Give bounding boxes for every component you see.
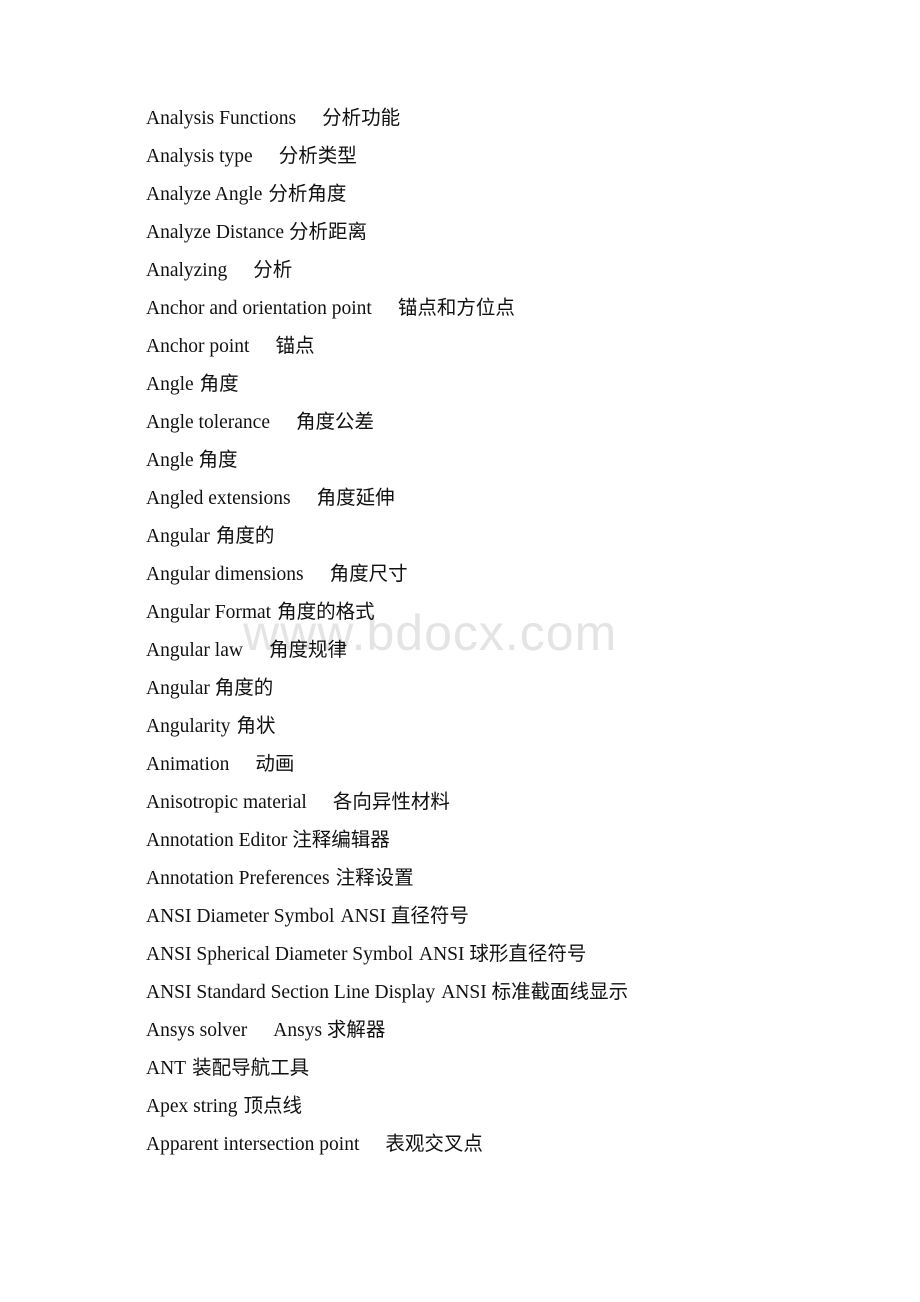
term-gloss-separator bbox=[247, 1012, 273, 1050]
glossary-term: Angle tolerance bbox=[146, 412, 270, 433]
glossary-entry: Analyzing 分析 bbox=[146, 252, 880, 290]
glossary-gloss: 分析角度 bbox=[268, 184, 347, 205]
glossary-gloss: 装配导航工具 bbox=[192, 1058, 310, 1079]
glossary-gloss: 角度 bbox=[199, 374, 239, 395]
glossary-term: Apparent intersection point bbox=[146, 1134, 360, 1155]
glossary-entry: ANSI Diameter Symbol ANSI 直径符号 bbox=[146, 898, 880, 936]
glossary-entry: Angle 角度 bbox=[146, 366, 880, 404]
term-gloss-separator bbox=[359, 1126, 385, 1164]
glossary-gloss: 角度的 bbox=[215, 526, 275, 547]
glossary-term: ANT bbox=[146, 1058, 187, 1079]
term-gloss-separator bbox=[291, 480, 317, 518]
glossary-entry: Animation 动画 bbox=[146, 746, 880, 784]
glossary-term: Ansys solver bbox=[146, 1020, 248, 1041]
glossary-gloss: 角度 bbox=[198, 450, 238, 471]
glossary-term: Analysis type bbox=[146, 146, 253, 167]
glossary-gloss: 分析距离 bbox=[288, 222, 367, 243]
glossary-gloss: 角度规律 bbox=[268, 640, 347, 661]
glossary-term: Annotation Editor bbox=[146, 830, 288, 851]
term-gloss-separator bbox=[270, 404, 296, 442]
glossary-term: Analyzing bbox=[146, 260, 228, 281]
glossary-term: Angled extensions bbox=[146, 488, 291, 509]
glossary-entry: Anchor point 锚点 bbox=[146, 328, 880, 366]
glossary-term: Apex string bbox=[146, 1096, 238, 1117]
glossary-gloss: ANSI 直径符号 bbox=[340, 906, 469, 927]
glossary-entry: Angle tolerance 角度公差 bbox=[146, 404, 880, 442]
glossary-term: Anchor point bbox=[146, 336, 250, 357]
glossary-term: Angular Format bbox=[146, 602, 272, 623]
glossary-gloss: 注释编辑器 bbox=[292, 830, 390, 851]
glossary-gloss: 分析类型 bbox=[278, 146, 357, 167]
glossary-term: Angular bbox=[146, 678, 210, 699]
glossary-gloss: 顶点线 bbox=[243, 1096, 303, 1117]
glossary-entry: ANSI Standard Section Line Display ANSI … bbox=[146, 974, 880, 1012]
glossary-gloss: 表观交叉点 bbox=[385, 1134, 483, 1155]
glossary-term: Analyze Angle bbox=[146, 184, 263, 205]
glossary-entry: Angular 角度的 bbox=[146, 670, 880, 708]
glossary-gloss: ANSI 标准截面线显示 bbox=[441, 982, 629, 1003]
glossary-term: Angle bbox=[146, 374, 194, 395]
glossary-term: Annotation Preferences bbox=[146, 868, 330, 889]
glossary-entry: Angularity 角状 bbox=[146, 708, 880, 746]
term-gloss-separator bbox=[227, 252, 253, 290]
term-gloss-separator bbox=[253, 138, 279, 176]
glossary-term: Animation bbox=[146, 754, 230, 775]
glossary-entry: Annotation Editor 注释编辑器 bbox=[146, 822, 880, 860]
glossary-entry: ANSI Spherical Diameter Symbol ANSI 球形直径… bbox=[146, 936, 880, 974]
glossary-term: ANSI Diameter Symbol bbox=[146, 906, 335, 927]
glossary-entry: Angular 角度的 bbox=[146, 518, 880, 556]
glossary-entry: Angular dimensions 角度尺寸 bbox=[146, 556, 880, 594]
term-gloss-separator bbox=[372, 290, 398, 328]
glossary-gloss: 角度公差 bbox=[295, 412, 374, 433]
glossary-term: Angular bbox=[146, 526, 210, 547]
glossary-entry: Angular Format 角度的格式 bbox=[146, 594, 880, 632]
document-page: www.bdocx.com Analysis Functions 分析功能 Ana… bbox=[0, 0, 920, 1302]
glossary-entry: Analyze Distance 分析距离 bbox=[146, 214, 880, 252]
glossary-gloss: 角度延伸 bbox=[316, 488, 395, 509]
glossary-term: Angle bbox=[146, 450, 194, 471]
glossary-gloss: 分析 bbox=[253, 260, 293, 281]
glossary-term: Angular dimensions bbox=[146, 564, 304, 585]
glossary-entry: Angle 角度 bbox=[146, 442, 880, 480]
glossary-term: ANSI Spherical Diameter Symbol bbox=[146, 944, 413, 965]
glossary-gloss: 角状 bbox=[236, 716, 276, 737]
glossary-term: Analyze Distance bbox=[146, 222, 285, 243]
glossary-entry: Angular law 角度规律 bbox=[146, 632, 880, 670]
glossary-entry: ANT 装配导航工具 bbox=[146, 1050, 880, 1088]
glossary-gloss: 角度的格式 bbox=[277, 602, 375, 623]
glossary-entry: Analysis Functions 分析功能 bbox=[146, 100, 880, 138]
glossary-gloss: 角度的 bbox=[214, 678, 274, 699]
glossary-gloss: 动画 bbox=[255, 754, 295, 775]
glossary-gloss: 注释设置 bbox=[335, 868, 414, 889]
glossary-gloss: 各向异性材料 bbox=[332, 792, 450, 813]
glossary-entry: Anchor and orientation point 锚点和方位点 bbox=[146, 290, 880, 328]
glossary-gloss: Ansys 求解器 bbox=[273, 1020, 386, 1041]
glossary-term: ANSI Standard Section Line Display bbox=[146, 982, 436, 1003]
glossary-gloss: 角度尺寸 bbox=[329, 564, 408, 585]
glossary-entry: Apparent intersection point 表观交叉点 bbox=[146, 1126, 880, 1164]
glossary-entry: Analyze Angle 分析角度 bbox=[146, 176, 880, 214]
glossary-term: Angular law bbox=[146, 640, 243, 661]
term-gloss-separator bbox=[304, 556, 330, 594]
glossary-entry: Apex string 顶点线 bbox=[146, 1088, 880, 1126]
glossary-gloss: 锚点 bbox=[275, 336, 315, 357]
glossary-term: Angularity bbox=[146, 716, 231, 737]
glossary-entry: Anisotropic material 各向异性材料 bbox=[146, 784, 880, 822]
term-gloss-separator bbox=[243, 632, 269, 670]
term-gloss-separator bbox=[249, 328, 275, 366]
glossary-term: Anisotropic material bbox=[146, 792, 307, 813]
glossary-entry: Ansys solver Ansys 求解器 bbox=[146, 1012, 880, 1050]
glossary-entry: Annotation Preferences 注释设置 bbox=[146, 860, 880, 898]
glossary-gloss: 分析功能 bbox=[322, 108, 401, 129]
glossary-entry: Analysis type 分析类型 bbox=[146, 138, 880, 176]
glossary-entry: Angled extensions 角度延伸 bbox=[146, 480, 880, 518]
glossary-list: Analysis Functions 分析功能 Analysis type 分析类… bbox=[146, 100, 880, 1164]
term-gloss-separator bbox=[229, 746, 255, 784]
term-gloss-separator bbox=[296, 100, 322, 138]
glossary-gloss: ANSI 球形直径符号 bbox=[419, 944, 587, 965]
glossary-gloss: 锚点和方位点 bbox=[397, 298, 515, 319]
glossary-term: Analysis Functions bbox=[146, 108, 297, 129]
term-gloss-separator bbox=[307, 784, 333, 822]
glossary-term: Anchor and orientation point bbox=[146, 298, 372, 319]
